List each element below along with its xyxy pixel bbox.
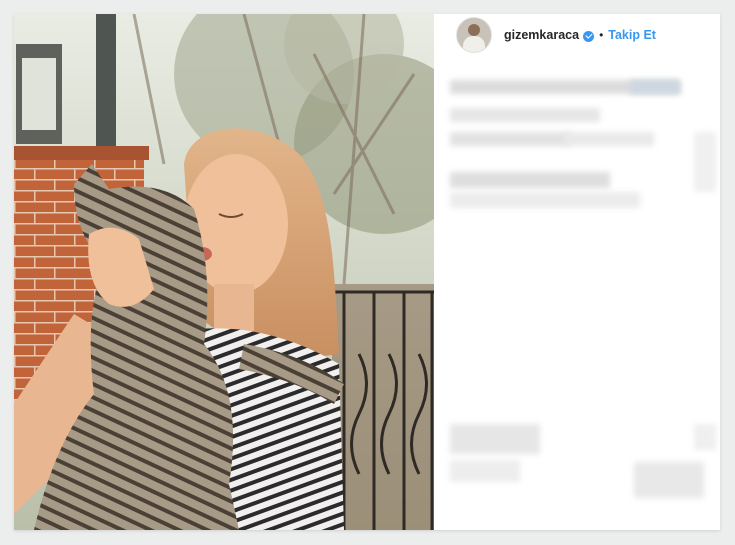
post-photo[interactable]	[14, 14, 434, 530]
avatar[interactable]	[456, 17, 492, 53]
verified-badge-icon	[583, 30, 595, 42]
post-header: gizemkaraca • Takip Et	[456, 16, 656, 54]
post-sidebar: gizemkaraca • Takip Et	[434, 14, 720, 530]
instagram-post-card: gizemkaraca • Takip Et	[14, 14, 720, 530]
follow-button[interactable]: Takip Et	[608, 28, 656, 42]
username[interactable]: gizemkaraca	[504, 28, 579, 42]
post-image-illustration	[14, 14, 434, 530]
header-separator: •	[599, 28, 604, 42]
